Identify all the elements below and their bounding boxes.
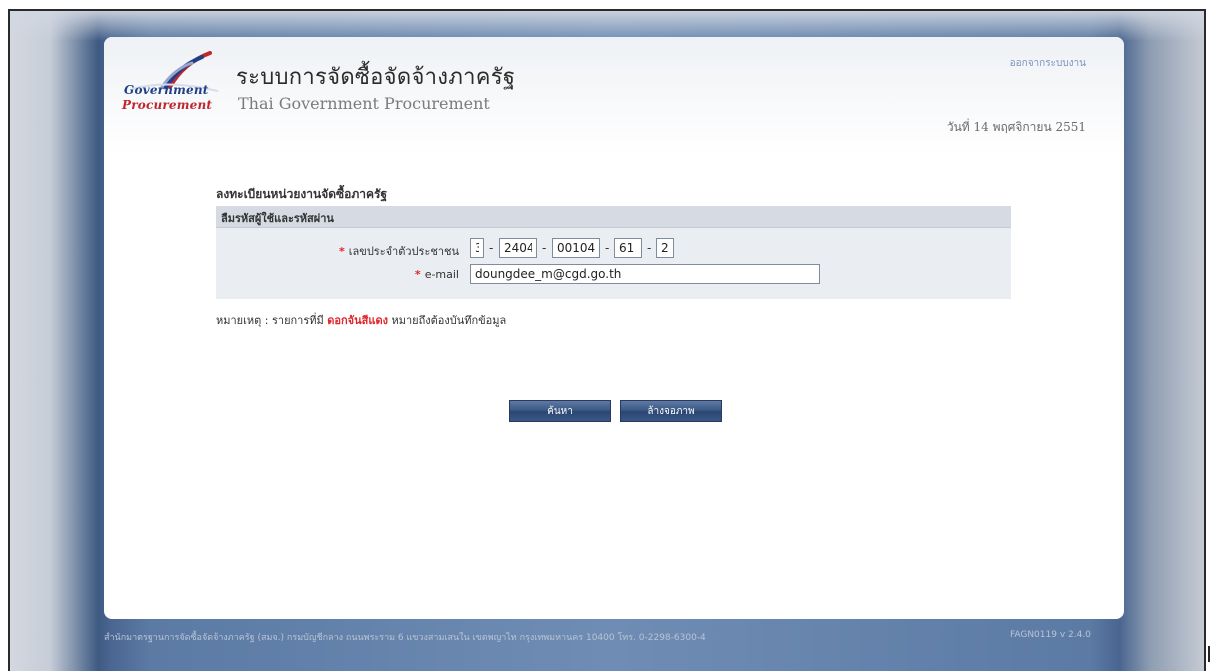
citizen-id-part-4[interactable] <box>614 238 642 258</box>
citizen-id-row: *เลขประจำตัวประชาชน - - - - <box>216 237 1011 263</box>
current-date: วันที่ 14 พฤศจิกายน 2551 <box>946 120 1086 134</box>
section-title: ลืมรหัสผู้ใช้และรหัสผ่าน <box>221 212 334 225</box>
citizen-id-part-5[interactable] <box>656 238 674 258</box>
site-header: Government Procurement ระบบการจัดซื้อจัด… <box>104 37 1124 157</box>
form-title: ลงทะเบียนหน่วยงานจัดซื้อภาครัฐ <box>216 187 388 201</box>
citizen-id-part-1[interactable] <box>470 238 484 258</box>
form-box: ลืมรหัสผู้ใช้และรหัสผ่าน * เลขประจำตัวประ… <box>216 206 1011 299</box>
text-cursor <box>1208 646 1210 662</box>
note-highlight: ดอกจันสีแดง <box>327 314 388 327</box>
section-header: ลืมรหัสผู้ใช้และรหัสผ่าน <box>216 206 1011 228</box>
required-note: หมายเหตุ : รายการที่มี ดอกจันสีแดง หมายถ… <box>216 311 506 329</box>
required-asterisk: * <box>339 245 345 258</box>
note-suffix: หมายถึงต้องบันทึกข้อมูล <box>391 314 507 327</box>
email-field[interactable] <box>470 264 820 284</box>
id-separator: - <box>647 241 652 255</box>
id-separator: - <box>489 241 494 255</box>
id-separator: - <box>605 241 610 255</box>
citizen-id-label: * เลขประจำตัวประชาชน <box>339 245 459 258</box>
search-button[interactable]: ค้นหา <box>509 400 611 422</box>
email-label: * e-mail <box>414 268 459 281</box>
site-title-english: Thai Government Procurement <box>238 94 490 113</box>
government-procurement-logo: Government Procurement <box>122 51 222 123</box>
email-row: * e-mail <box>216 263 1011 289</box>
note-prefix: หมายเหตุ : รายการที่มี <box>216 314 324 327</box>
clear-screen-button[interactable]: ล้างจอภาพ <box>620 400 722 422</box>
citizen-id-part-2[interactable] <box>499 238 537 258</box>
citizen-id-part-3[interactable] <box>552 238 600 258</box>
logout-link[interactable]: ออกจากระบบงาน <box>1010 56 1086 71</box>
main-panel: Government Procurement ระบบการจัดซื้อจัด… <box>104 37 1124 619</box>
logo-text-government: Government <box>124 83 209 97</box>
id-separator: - <box>542 241 547 255</box>
version-label: FAGN0119 v 2.4.0 <box>1010 630 1091 640</box>
logo-text-procurement: Procurement <box>122 98 213 112</box>
footer-address: สำนักมาตรฐานการจัดซื้อจัดจ้างภาครัฐ (สมจ… <box>104 633 706 643</box>
site-title-thai: ระบบการจัดซื้อจัดจ้างภาครัฐ <box>236 65 516 90</box>
required-asterisk: * <box>414 268 421 281</box>
page-footer: สำนักมาตรฐานการจัดซื้อจัดจ้างภาครัฐ (สมจ… <box>104 630 1124 644</box>
